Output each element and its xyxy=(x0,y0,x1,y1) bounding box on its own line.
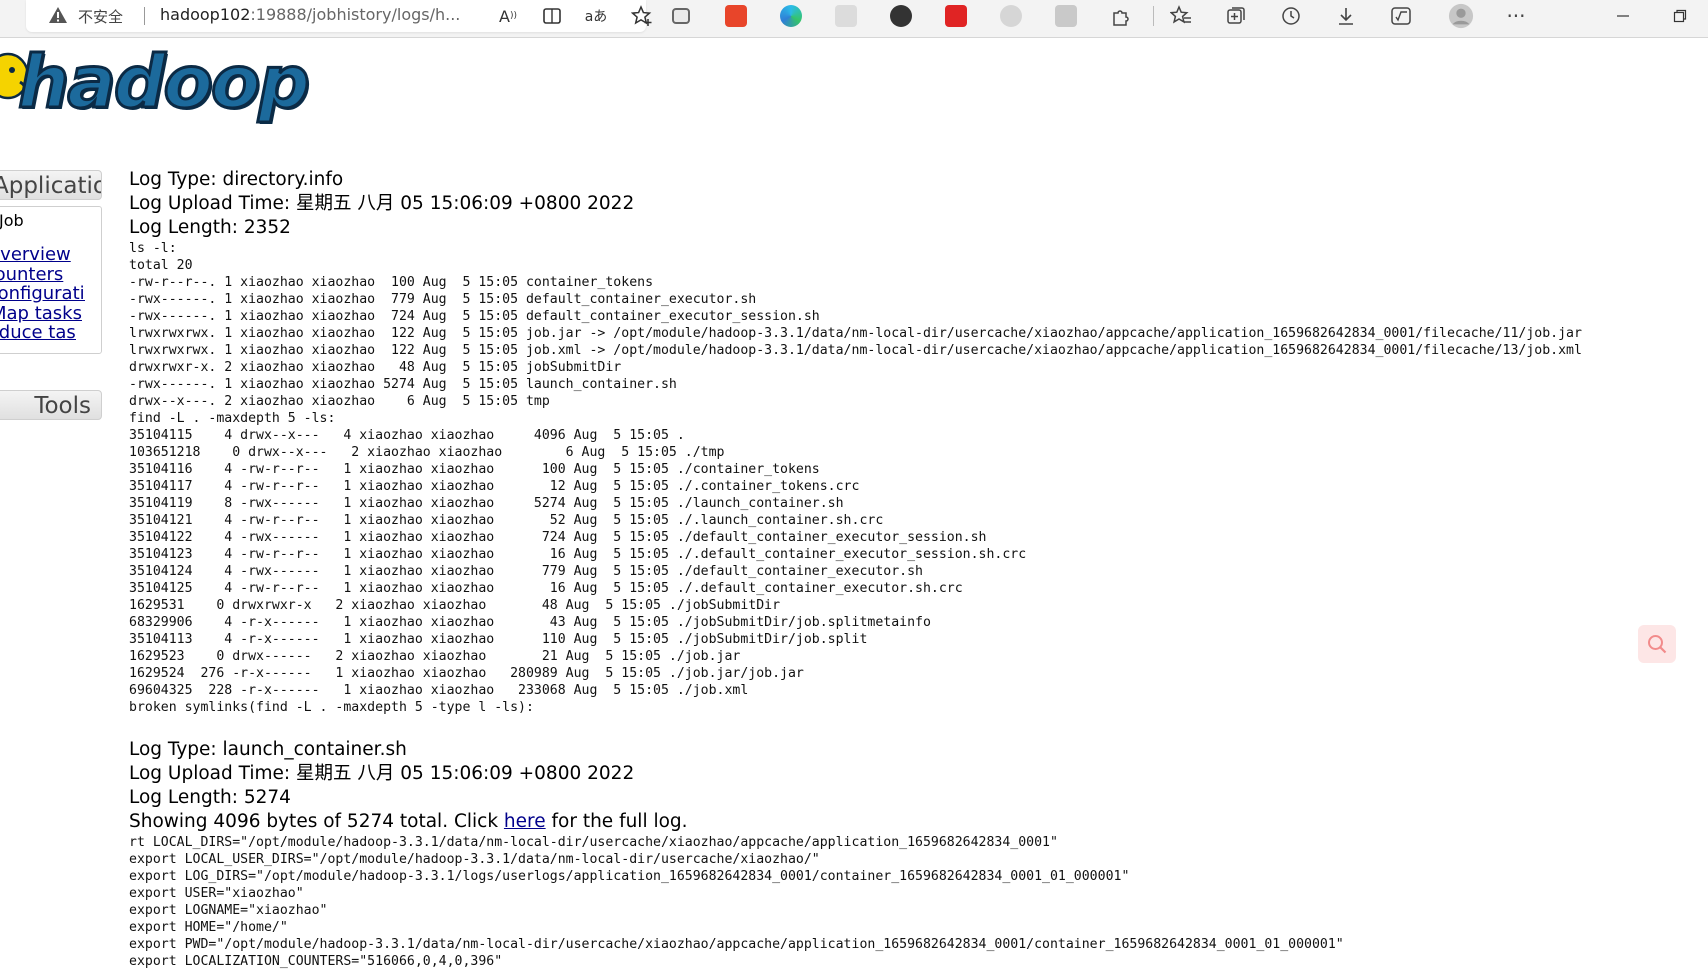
extension-flower-icon[interactable] xyxy=(998,3,1024,29)
history-icon[interactable] xyxy=(1278,3,1304,29)
workspaces-icon[interactable] xyxy=(668,3,694,29)
log-content: Log Type: directory.info Log Upload Time… xyxy=(129,168,1699,969)
nav-link-overview[interactable]: Overview xyxy=(0,244,86,265)
favorites-icon[interactable] xyxy=(1168,3,1194,29)
nav-link-reduce-tasks[interactable]: Reduce tasks xyxy=(0,322,76,343)
log-type: Log Type: launch_container.sh xyxy=(129,739,407,760)
log-length: Log Length: 2352 xyxy=(129,217,291,238)
nav-link-map-tasks[interactable]: Map tasks xyxy=(0,303,91,324)
collections-icon[interactable] xyxy=(1223,3,1249,29)
immersive-reader-icon[interactable] xyxy=(540,4,564,28)
log-length: Log Length: 5274 xyxy=(129,787,291,808)
extension-gray-icon[interactable] xyxy=(833,3,859,29)
nav-link-configuration[interactable]: Configuration xyxy=(0,283,85,304)
minimize-icon[interactable] xyxy=(1610,3,1636,29)
log-type: Log Type: directory.info xyxy=(129,169,344,190)
extension-flag-icon[interactable] xyxy=(1053,3,1079,29)
log-separator xyxy=(129,716,1699,738)
nav-link-counters[interactable]: Counters xyxy=(0,264,82,285)
restore-icon[interactable] xyxy=(1667,3,1693,29)
address-bar[interactable]: 不安全 hadoop102:19888/jobhistory/logs/h...… xyxy=(26,0,652,32)
edge-icon[interactable] xyxy=(778,3,804,29)
read-aloud-icon[interactable]: A)) xyxy=(496,4,520,28)
log-truncation-notice: Showing 4096 bytes of 5274 total. Click … xyxy=(129,810,1699,834)
extension-dark-icon[interactable] xyxy=(888,3,914,29)
extensions-icon[interactable] xyxy=(1108,3,1134,29)
log-body-directory-info: ls -l: total 20 -rw-r--r--. 1 xiaozhao x… xyxy=(129,241,1582,715)
floating-search-button[interactable] xyxy=(1638,625,1676,663)
showing-prefix: Showing 4096 bytes of 5274 total. Click xyxy=(129,811,504,832)
extension-red-icon[interactable] xyxy=(723,3,749,29)
url-host: hadoop102 xyxy=(160,5,251,24)
application-header[interactable]: Application xyxy=(0,170,102,200)
logo-wordmark: hadoop xyxy=(17,40,312,124)
add-favorite-icon[interactable] xyxy=(630,4,654,28)
job-label: Job xyxy=(0,211,24,230)
toolbar-separator xyxy=(1153,6,1154,26)
showing-suffix: for the full log. xyxy=(545,811,688,832)
math-solver-icon[interactable] xyxy=(1388,3,1414,29)
browser-toolbar: 不安全 hadoop102:19888/jobhistory/logs/h...… xyxy=(0,0,1708,38)
tools-header[interactable]: Tools xyxy=(0,390,102,420)
address-separator xyxy=(144,7,145,25)
log-body-launch-container: rt LOCAL_DIRS="/opt/module/hadoop-3.3.1/… xyxy=(129,835,1344,969)
search-icon xyxy=(1648,635,1667,654)
extension-youtube-icon[interactable] xyxy=(943,3,969,29)
log-upload-time: Log Upload Time: 星期五 八月 05 15:06:09 +080… xyxy=(129,193,635,214)
more-icon[interactable]: ··· xyxy=(1503,3,1529,29)
full-log-link[interactable]: here xyxy=(504,811,546,832)
downloads-icon[interactable] xyxy=(1333,3,1359,29)
url-text[interactable]: hadoop102:19888/jobhistory/logs/h... xyxy=(160,5,460,24)
security-label[interactable]: 不安全 xyxy=(78,6,123,27)
log-upload-time: Log Upload Time: 星期五 八月 05 15:06:09 +080… xyxy=(129,763,635,784)
warning-icon[interactable] xyxy=(48,6,68,24)
url-path: :19888/jobhistory/logs/h... xyxy=(250,5,461,24)
profile-icon[interactable] xyxy=(1448,3,1474,29)
translate-icon[interactable]: aあ xyxy=(584,4,608,28)
